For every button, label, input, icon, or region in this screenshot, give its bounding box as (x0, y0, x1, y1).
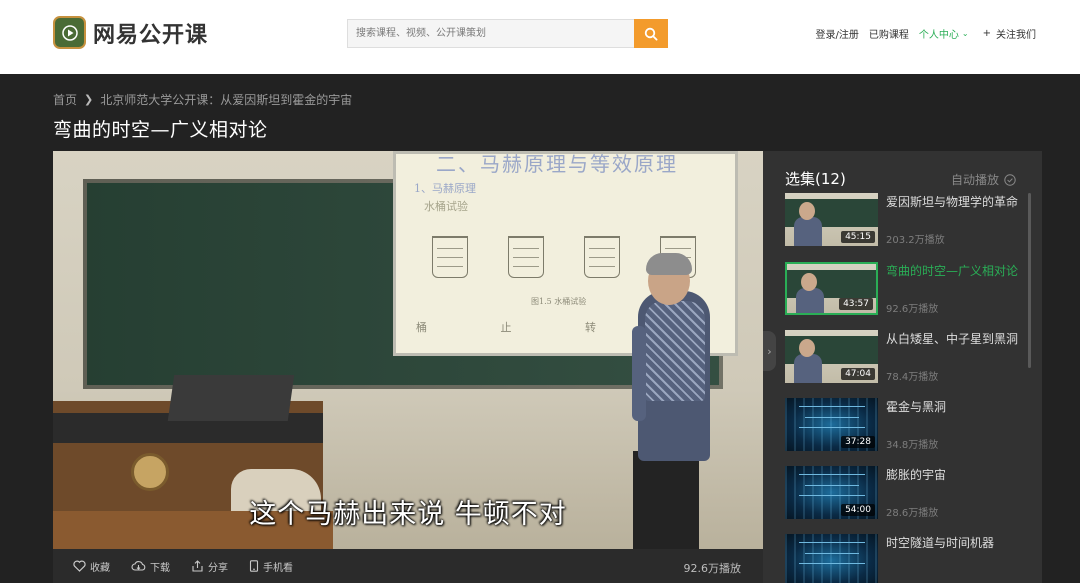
episode-duration: 47:04 (841, 368, 875, 380)
chevron-down-icon[interactable]: ⌄ (962, 29, 969, 38)
chevron-right-icon: ❯ (84, 93, 94, 106)
slide-subtitle: 1、马赫原理 (414, 182, 476, 195)
playlist-scrollbar[interactable] (1028, 193, 1031, 368)
episode-play-count: 92.6万播放 (886, 304, 939, 315)
purchased-courses-link[interactable]: 已购课程 (869, 26, 909, 41)
cloud-download-icon (131, 561, 146, 571)
thumbnail-person (794, 354, 822, 383)
episode-title[interactable]: 弯曲的时空—广义相对论 (886, 262, 1018, 279)
episode-play-count: 78.4万播放 (886, 372, 939, 383)
playlist-collapse-toggle[interactable]: › (763, 331, 776, 371)
download-label: 下载 (150, 562, 170, 574)
video-subtitle: 这个马赫出来说 牛顿不对 (249, 499, 567, 530)
thumbnail-head (799, 202, 815, 220)
playlist-item[interactable]: 43:57 弯曲的时空—广义相对论 92.6万播放 (785, 262, 1025, 316)
thumbnail-person (794, 217, 822, 246)
playlist-item[interactable]: 54:00 膨胀的宇宙 28.6万播放 (785, 466, 1025, 520)
slide-subtitle-2: 水桶试验 (424, 200, 468, 213)
phone-icon (249, 560, 259, 572)
breadcrumb: 首页 ❯ 北京师范大学公开课：从爱因斯坦到霍金的宇宙 (53, 91, 352, 108)
favorite-label: 收藏 (90, 562, 110, 574)
episode-duration: 54:00 (841, 504, 875, 516)
episode-title[interactable]: 从白矮星、中子星到黑洞 (886, 330, 1018, 347)
playlist-item[interactable]: 45:15 爱因斯坦与物理学的革命 203.2万播放 (785, 193, 1025, 247)
page-title: 弯曲的时空—广义相对论 (53, 119, 268, 141)
episode-play-count: 34.8万播放 (886, 440, 939, 451)
episode-thumbnail[interactable] (785, 534, 878, 583)
thumbnail-person (796, 288, 824, 313)
breadcrumb-course[interactable]: 北京师范大学公开课：从爱因斯坦到霍金的宇宙 (100, 91, 352, 108)
search-button[interactable] (634, 19, 668, 48)
episode-title[interactable]: 时空隧道与时间机器 (886, 534, 994, 551)
logo-text: 网易公开课 (93, 22, 209, 48)
thumbnail-head (799, 339, 815, 357)
playlist-header: 选集(12) (785, 170, 846, 188)
playlist-item[interactable]: 时空隧道与时间机器 (785, 534, 1025, 583)
search-bar (347, 19, 668, 48)
episode-thumbnail[interactable]: 47:04 (785, 330, 878, 383)
university-emblem (131, 453, 169, 491)
login-link[interactable]: 登录/注册 (816, 26, 859, 41)
search-icon (644, 27, 658, 41)
lecturer-shirt (645, 301, 705, 401)
mobile-watch-button[interactable]: 手机看 (249, 559, 293, 574)
autoplay-toggle[interactable]: 自动播放 (951, 171, 1016, 188)
bucket-figure (584, 236, 620, 278)
header-nav: 登录/注册 已购课程 个人中心 ⌄ + 关注我们 (806, 26, 1036, 41)
site-logo[interactable]: 网易公开课 (53, 16, 208, 49)
episode-title[interactable]: 爱因斯坦与物理学的革命 (886, 193, 1018, 210)
chevron-right-icon: › (767, 344, 772, 358)
episode-play-count: 203.2万播放 (886, 235, 945, 246)
episode-play-count: 28.6万播放 (886, 508, 939, 519)
episode-duration: 43:57 (839, 298, 873, 310)
download-button[interactable]: 下载 (131, 559, 170, 574)
top-header: 网易公开课 登录/注册 已购课程 个人中心 ⌄ + 关注我们 (0, 0, 1080, 74)
share-button[interactable]: 分享 (191, 559, 228, 574)
slide-title: 二、马赫原理与等效原理 (436, 152, 678, 176)
lecturer-hair (646, 253, 692, 275)
playlist-item[interactable]: 47:04 从白矮星、中子星到黑洞 78.4万播放 (785, 330, 1025, 384)
bucket-figure (508, 236, 544, 278)
desk-monitor (167, 375, 295, 421)
play-logo-icon (53, 16, 86, 49)
video-toolbar: 收藏 下载 分享 手机看 92.6万播放 (53, 549, 763, 583)
playlist-item[interactable]: 37:28 霍金与黑洞 34.8万播放 (785, 398, 1025, 452)
search-input[interactable] (347, 19, 634, 48)
thumbnail-title-card (799, 474, 865, 496)
check-circle-icon (1004, 173, 1016, 186)
lecturer-arm (632, 326, 646, 421)
episode-thumbnail[interactable]: 54:00 (785, 466, 878, 519)
mobile-watch-label: 手机看 (263, 562, 293, 574)
episode-thumbnail[interactable]: 45:15 (785, 193, 878, 246)
heart-icon (73, 560, 86, 572)
favorite-button[interactable]: 收藏 (73, 559, 110, 574)
episode-duration: 45:15 (841, 231, 875, 243)
video-player[interactable]: 二、马赫原理与等效原理 1、马赫原理 水桶试验 图1.5 水桶试验 桶 止 转 … (53, 151, 763, 549)
thumbnail-title-card (799, 542, 865, 564)
plus-icon: + (982, 28, 991, 39)
personal-center-link[interactable]: 个人中心 (919, 26, 959, 41)
video-frame: 二、马赫原理与等效原理 1、马赫原理 水桶试验 图1.5 水桶试验 桶 止 转 … (53, 151, 763, 549)
share-label: 分享 (208, 562, 228, 574)
episode-title[interactable]: 霍金与黑洞 (886, 398, 946, 415)
follow-us-link[interactable]: 关注我们 (996, 26, 1036, 41)
thumbnail-title-card (799, 406, 865, 428)
episode-thumbnail[interactable]: 37:28 (785, 398, 878, 451)
episode-playlist: 选集(12) 自动播放 45:15 爱因斯坦与物理学的革命 203.2万播放 43:5… (763, 151, 1042, 583)
episode-title[interactable]: 膨胀的宇宙 (886, 466, 946, 483)
breadcrumb-home[interactable]: 首页 (53, 91, 77, 108)
episode-thumbnail[interactable]: 43:57 (785, 262, 878, 315)
thumbnail-head (801, 273, 817, 291)
share-icon (192, 560, 203, 572)
play-count: 92.6万播放 (683, 562, 742, 575)
episode-duration: 37:28 (841, 436, 875, 448)
slide-caption: 图1.5 水桶试验 (531, 297, 587, 306)
bucket-figure (432, 236, 468, 278)
autoplay-label: 自动播放 (950, 173, 999, 187)
